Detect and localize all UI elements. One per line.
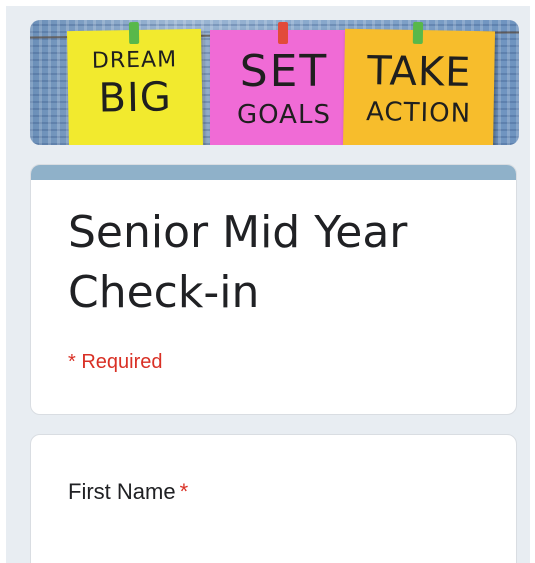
clothespin-icon [412,21,424,45]
required-asterisk: * [179,479,189,504]
question-card-first-name: First Name * [30,434,517,563]
question-label: First Name * [68,479,188,505]
note-line1: DREAM [91,47,178,74]
sticky-note-set-goals: SET GOALS [210,22,358,145]
title-accent-bar [31,165,516,180]
note-line1: TAKE [366,48,472,96]
note-line2: ACTION [365,97,472,129]
first-name-input[interactable] [68,553,478,563]
form-title-card: Senior Mid Year Check-in * Required [30,164,517,415]
form-title: Senior Mid Year Check-in [68,207,408,318]
clothespin-icon [278,22,288,44]
sticky-note-take-action: TAKE ACTION [342,21,496,145]
note-line2: BIG [98,74,173,122]
note-line2: GOALS [237,100,331,130]
note-line1: SET [239,46,329,97]
header-banner-image: DREAM BIG SET GOALS TAKE ACTION [30,20,519,145]
sticky-note-dream-big: DREAM BIG [66,21,204,145]
clothespin-icon [128,21,140,45]
required-note: * Required [68,351,163,373]
question-label-text: First Name [68,479,176,504]
